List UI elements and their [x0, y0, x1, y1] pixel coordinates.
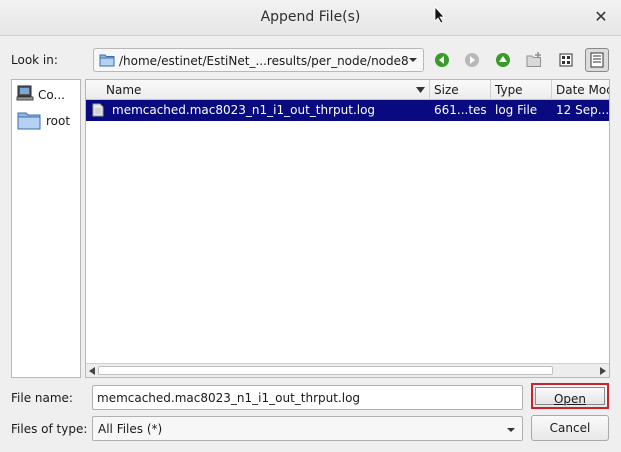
file-type-label: Files of type:	[11, 422, 88, 436]
scroll-left-icon	[89, 367, 95, 375]
window-title: Append File(s)	[260, 9, 361, 25]
folder-icon	[17, 112, 41, 130]
grid-view-icon	[559, 53, 573, 67]
detail-view-icon	[590, 52, 604, 68]
place-label: Co...	[38, 88, 65, 102]
up-arrow-icon	[496, 53, 510, 67]
file-list-header: Name Size Type Date Mod	[86, 80, 609, 100]
file-list[interactable]: Name Size Type Date Mod memcached.mac802…	[85, 79, 610, 378]
column-header-name[interactable]: Name	[86, 80, 430, 100]
column-header-size[interactable]: Size	[430, 80, 491, 100]
title-bar: Append File(s) ✕	[0, 0, 621, 36]
file-type-value: All Files (*)	[98, 422, 163, 436]
close-button[interactable]: ✕	[593, 9, 609, 25]
place-label: root	[46, 114, 71, 128]
cancel-button[interactable]: Cancel	[531, 415, 609, 441]
column-date-label: Date Mod	[556, 83, 610, 97]
file-type-cell: log File	[495, 103, 538, 117]
place-computer[interactable]: Co...	[16, 84, 80, 106]
open-button[interactable]: Open	[531, 383, 609, 409]
place-root[interactable]: root	[16, 110, 80, 132]
scroll-right-icon	[600, 367, 606, 375]
folder-icon	[99, 54, 115, 67]
file-icon	[92, 103, 104, 117]
file-name-input[interactable]	[92, 385, 523, 410]
chevron-down-icon	[409, 58, 417, 62]
column-type-label: Type	[495, 83, 523, 97]
forward-arrow-icon	[465, 53, 479, 67]
file-date-cell: 12 Sep...	[556, 103, 610, 117]
mouse-cursor-icon	[434, 6, 445, 24]
file-name-label: File name:	[11, 391, 73, 405]
horizontal-scrollbar[interactable]	[86, 363, 609, 377]
parent-directory-button[interactable]	[493, 50, 513, 70]
chevron-down-icon	[507, 428, 515, 432]
column-header-type[interactable]: Type	[491, 80, 552, 100]
table-row[interactable]: memcached.mac8023_n1_i1_out_thrput.log 6…	[86, 100, 609, 121]
list-view-button[interactable]	[554, 48, 578, 72]
computer-icon	[16, 85, 34, 101]
new-folder-button[interactable]	[524, 50, 544, 70]
back-arrow-icon	[435, 53, 449, 67]
forward-button[interactable]	[462, 50, 482, 70]
current-path: /home/estinet/EstiNet_...results/per_nod…	[119, 54, 409, 68]
places-sidebar: Co... root	[11, 79, 81, 378]
file-size-cell: 661...tes	[434, 103, 487, 117]
file-name-cell: memcached.mac8023_n1_i1_out_thrput.log	[112, 103, 376, 117]
detail-view-button[interactable]	[585, 48, 609, 72]
column-name-label: Name	[106, 83, 142, 97]
file-type-select[interactable]: All Files (*)	[92, 416, 523, 441]
scrollbar-thumb[interactable]	[98, 366, 553, 375]
look-in-label: Look in:	[11, 53, 58, 67]
back-button[interactable]	[432, 50, 452, 70]
column-size-label: Size	[434, 83, 459, 97]
sort-descending-icon	[416, 87, 425, 93]
new-folder-icon	[526, 52, 541, 67]
column-header-date[interactable]: Date Mod	[552, 80, 610, 100]
open-button-label: Open	[535, 387, 605, 406]
look-in-combo[interactable]: /home/estinet/EstiNet_...results/per_nod…	[93, 48, 424, 72]
